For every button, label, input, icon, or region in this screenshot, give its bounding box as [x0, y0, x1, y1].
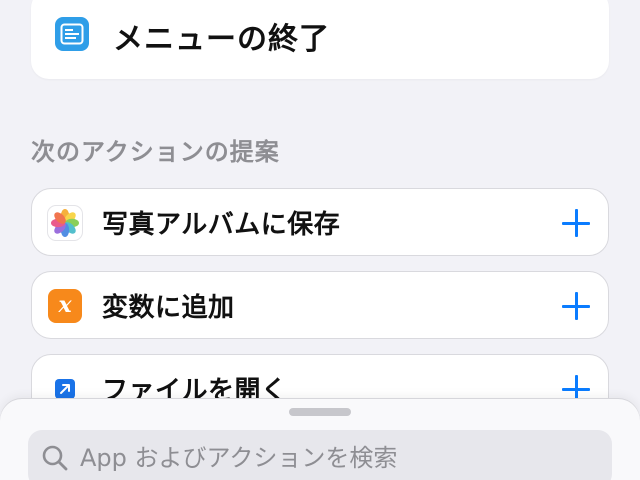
variable-icon-glyph: x: [58, 291, 72, 318]
menu-list-icon: [55, 17, 89, 51]
plus-icon[interactable]: [562, 292, 590, 320]
suggestions-header: 次のアクションの提案: [31, 138, 280, 166]
shortcut-editor-screen: メニューの終了 次のアクションの提案 写真アルバムに保存 x 変数に追加 ファイ…: [0, 0, 640, 480]
search-icon: [42, 445, 68, 471]
action-card-end-menu[interactable]: メニューの終了: [31, 0, 609, 79]
action-search-sheet[interactable]: [0, 399, 640, 480]
search-input[interactable]: [80, 440, 600, 476]
variable-icon: x: [48, 289, 82, 323]
suggestion-label: 変数に追加: [102, 293, 235, 323]
suggestion-save-to-photo-album[interactable]: 写真アルバムに保存: [31, 188, 609, 256]
action-card-label: メニューの終了: [113, 22, 330, 57]
search-bar[interactable]: [28, 430, 612, 480]
photos-icon: [48, 206, 82, 240]
suggestion-add-to-variable[interactable]: x 変数に追加: [31, 271, 609, 339]
suggestion-label: 写真アルバムに保存: [102, 210, 341, 240]
plus-icon[interactable]: [562, 209, 590, 237]
sheet-grabber[interactable]: [289, 408, 351, 416]
